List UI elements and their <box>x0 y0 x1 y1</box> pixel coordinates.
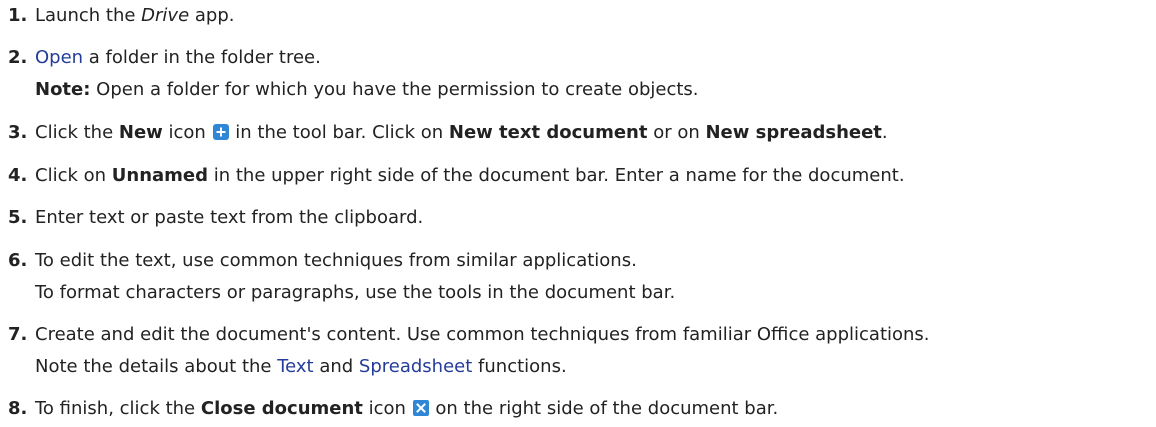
plus-square-icon <box>212 124 229 140</box>
step-number: 6. <box>8 250 28 271</box>
note-text: Open a folder for which you have the per… <box>90 79 699 100</box>
step-number: 7. <box>8 324 28 345</box>
step-text: To edit the text, use common techniques … <box>35 250 637 271</box>
step-number: 5. <box>8 207 28 228</box>
step-text: Click on Unnamed in the upper right side… <box>35 165 905 186</box>
close-square-icon <box>412 400 429 416</box>
step-text: Note the details about the Text and Spre… <box>35 356 567 377</box>
step-number: 8. <box>8 398 28 419</box>
ui-term-new: New <box>118 122 163 143</box>
ui-term-new-spreadsheet: New spreadsheet <box>705 122 882 143</box>
step-number: 3. <box>8 122 28 143</box>
ui-term-new-text-document: New text document <box>448 122 648 143</box>
step-number: 4. <box>8 165 28 186</box>
step-text: To finish, click the Close document icon… <box>35 398 779 419</box>
step-text: Launch the Drive app. <box>35 5 235 26</box>
step-text: To format characters or paragraphs, use … <box>35 282 676 303</box>
step-text: Click the New icon in the tool bar. Clic… <box>35 122 888 143</box>
step-number: 2. <box>8 47 28 68</box>
ui-term-close-document: Close document <box>200 398 363 419</box>
ui-term-unnamed: Unnamed <box>111 165 209 186</box>
step-text: Create and edit the document's content. … <box>35 324 930 345</box>
spreadsheet-link[interactable]: Spreadsheet <box>359 356 472 377</box>
note: Note: Open a folder for which you have t… <box>35 78 699 102</box>
note-label: Note: <box>35 79 91 100</box>
step-text: Enter text or paste text from the clipbo… <box>35 207 424 228</box>
step-number: 1. <box>8 5 28 26</box>
app-name-drive: Drive <box>141 5 190 26</box>
step-text: Open a folder in the folder tree. <box>35 47 321 68</box>
open-link[interactable]: Open <box>35 47 83 68</box>
instruction-steps: 1. Launch the Drive app. 2. Open a folde… <box>0 0 1156 427</box>
text-link[interactable]: Text <box>277 356 313 377</box>
